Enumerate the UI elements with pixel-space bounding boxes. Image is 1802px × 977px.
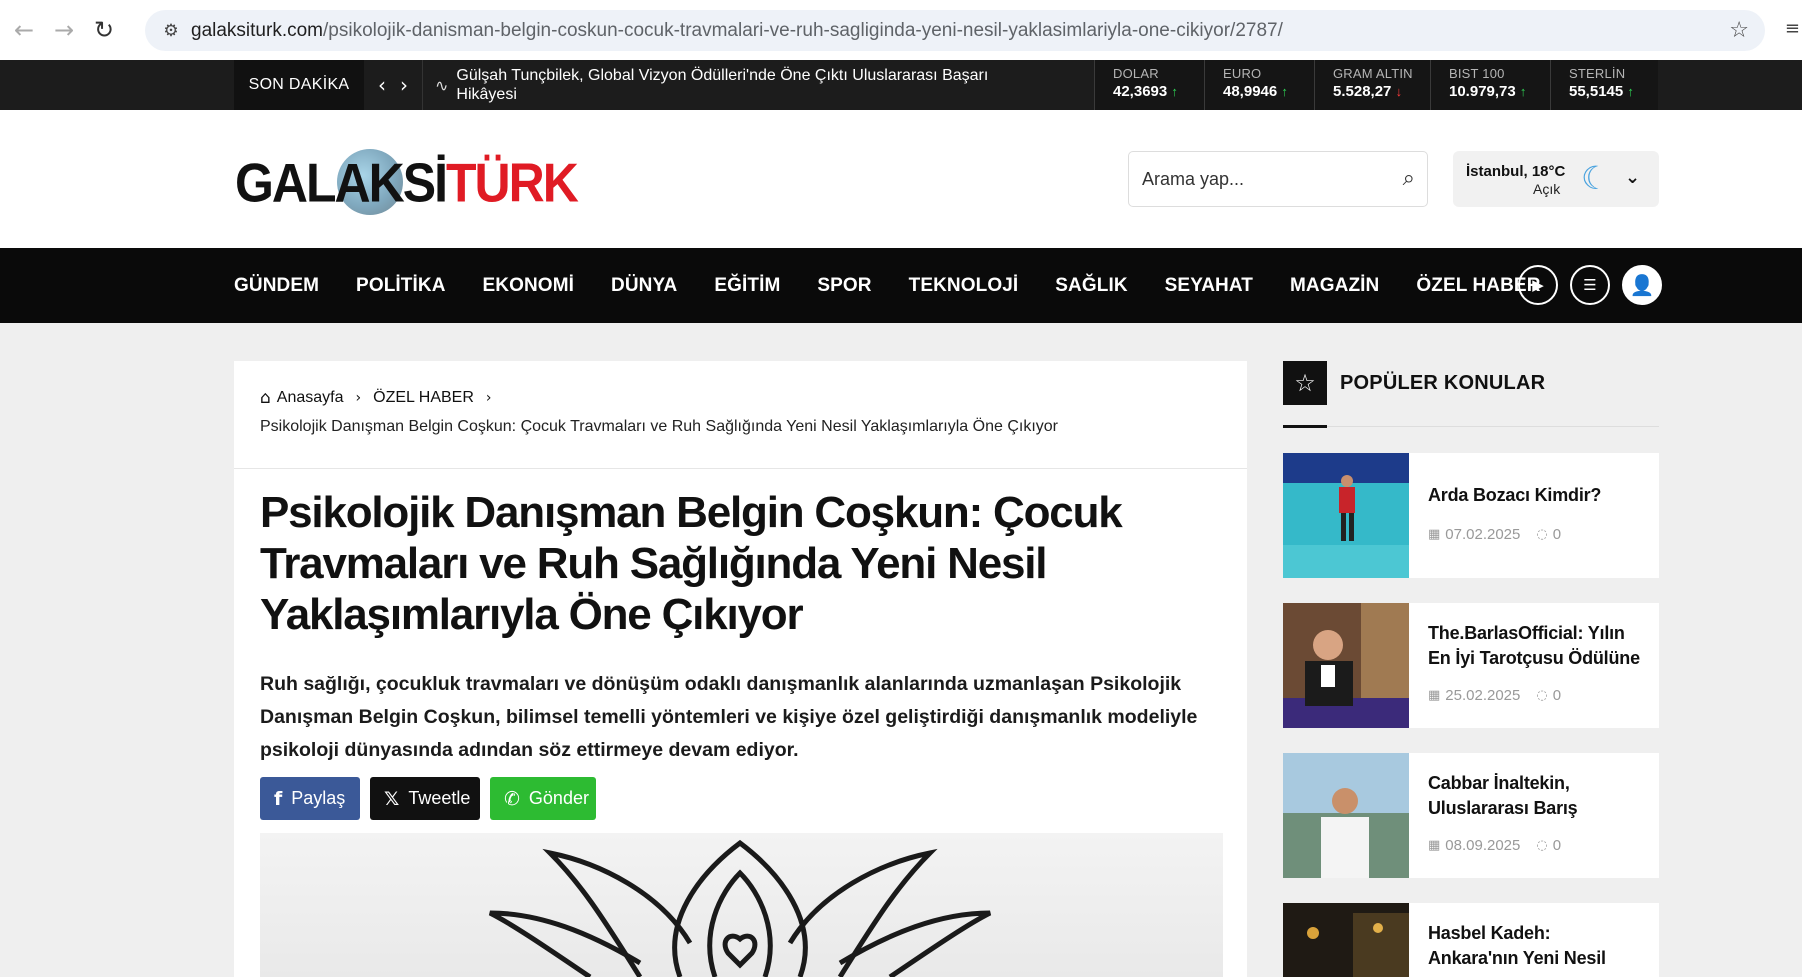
main-navigation: GÜNDEM POLİTİKA EKONOMİ DÜNYA EĞİTİM SPO… [0, 248, 1802, 323]
down-arrow-icon: ↓ [1395, 84, 1403, 99]
search-box: ⌕ [1128, 151, 1428, 207]
x-icon: 𝕏 [384, 787, 400, 810]
ticker-headline[interactable]: Gülşah Tunçbilek, Global Vizyon Ödülleri… [456, 66, 1016, 104]
share-whatsapp-button[interactable]: ✆ Gönder [490, 777, 596, 820]
nav-item-politika[interactable]: POLİTİKA [356, 275, 445, 297]
popular-title: POPÜLER KONULAR [1340, 372, 1546, 394]
forward-arrow-icon[interactable]: → [44, 10, 84, 50]
breadcrumb: ⌂ Anasayfa › ÖZEL HABER › [260, 388, 504, 408]
breadcrumb-current: Psikolojik Danışman Belgin Coşkun: Çocuk… [260, 418, 1058, 435]
chevron-down-icon[interactable]: ⌄ [1625, 167, 1640, 188]
url-text[interactable]: galaksiturk.com/psikolojik-danisman-belg… [191, 20, 1283, 42]
nav-item-dunya[interactable]: DÜNYA [611, 275, 677, 297]
ticker-next-icon[interactable]: › [400, 73, 408, 97]
breadcrumb-category[interactable]: ÖZEL HABER [373, 389, 474, 407]
popular-item-date: 08.09.2025 [1445, 837, 1521, 854]
whatsapp-icon: ✆ [504, 787, 520, 810]
weather-condition: Açık [1533, 181, 1561, 197]
reload-icon[interactable]: ↻ [84, 10, 124, 50]
popular-thumbnail[interactable] [1283, 753, 1409, 878]
side-panel-icon[interactable]: ≡ [1785, 18, 1800, 39]
site-info-icon[interactable]: ⚙ [151, 21, 191, 41]
user-icon[interactable]: 👤 [1622, 265, 1662, 305]
popular-thumbnail[interactable] [1283, 453, 1409, 578]
market-euro: EURO 48,9946 ↑ [1204, 60, 1314, 110]
address-bar[interactable]: ⚙ galaksiturk.com/psikolojik-danisman-be… [145, 10, 1765, 51]
breadcrumb-home[interactable]: Anasayfa [277, 389, 344, 407]
ticker-prev-icon[interactable]: ‹ [378, 73, 386, 97]
up-arrow-icon: ↑ [1171, 84, 1178, 99]
calendar-icon: ▦ [1428, 527, 1441, 542]
popular-item[interactable]: The.BarlasOfficial: Yılın En İyi Tarotçu… [1283, 603, 1659, 728]
market-dolar: DOLAR 42,3693 ↑ [1094, 60, 1204, 110]
sidebar-popular: ☆ POPÜLER KONULAR Arda Bozacı Kimdir? ▦ … [1283, 361, 1659, 977]
popular-item[interactable]: Cabbar İnaltekin, Uluslararası Barış ▦ 0… [1283, 753, 1659, 878]
site-header: GALAKSİTÜRK ⌕ İstanbul, 18°C Açık ☾ ⌄ [0, 110, 1802, 248]
search-input[interactable] [1142, 168, 1382, 190]
popular-thumbnail[interactable] [1283, 903, 1409, 977]
breaking-news-label: SON DAKİKA [234, 60, 364, 110]
popular-item-title[interactable]: The.BarlasOfficial: Yılın En İyi Tarotçu… [1428, 621, 1643, 671]
popular-thumbnail[interactable] [1283, 603, 1409, 728]
nav-item-magazin[interactable]: MAGAZİN [1290, 275, 1379, 297]
popular-header: ☆ POPÜLER KONULAR [1283, 361, 1659, 428]
comment-icon: ◌ [1536, 688, 1548, 703]
article-card: ⌂ Anasayfa › ÖZEL HABER › Psikolojik Dan… [234, 361, 1247, 977]
lotus-illustration [488, 839, 992, 977]
share-facebook-button[interactable]: f Paylaş [260, 777, 360, 820]
play-icon[interactable]: ▶ [1518, 265, 1558, 305]
comment-icon: ◌ [1536, 838, 1548, 853]
nav-item-spor[interactable]: SPOR [817, 275, 871, 297]
browser-toolbar: ← → ↻ ⚙ galaksiturk.com/psikolojik-danis… [0, 0, 1802, 60]
market-rates: DOLAR 42,3693 ↑ EURO 48,9946 ↑ GRAM ALTI… [1094, 60, 1658, 110]
facebook-icon: f [274, 787, 283, 810]
nav-item-seyahat[interactable]: SEYAHAT [1165, 275, 1253, 297]
bookmark-star-icon[interactable]: ☆ [1729, 18, 1749, 43]
share-buttons: f Paylaş 𝕏 Tweetle ✆ Gönder [260, 777, 596, 820]
popular-item[interactable]: Arda Bozacı Kimdir? ▦ 07.02.2025 ◌ 0 [1283, 453, 1659, 578]
chevron-right-icon: › [355, 390, 362, 406]
weather-widget[interactable]: İstanbul, 18°C Açık ☾ ⌄ [1453, 151, 1659, 207]
nav-item-egitim[interactable]: EĞİTİM [714, 275, 780, 297]
weather-city: İstanbul, 18°C [1466, 163, 1566, 180]
nav-item-saglik[interactable]: SAĞLIK [1055, 275, 1127, 297]
calendar-icon: ▦ [1428, 688, 1441, 703]
popular-item-date: 07.02.2025 [1445, 526, 1521, 543]
popular-item-comments: 0 [1552, 687, 1562, 704]
market-gram-altin: GRAM ALTIN 5.528,27 ↓ [1314, 60, 1430, 110]
article-hero-image [260, 833, 1223, 977]
share-x-button[interactable]: 𝕏 Tweetle [370, 777, 480, 820]
popular-item-title[interactable]: Cabbar İnaltekin, Uluslararası Barış [1428, 771, 1643, 821]
menu-icon[interactable]: ☰ [1570, 265, 1610, 305]
breaking-news-ticker: SON DAKİKA ‹ › ∿ Gülşah Tunçbilek, Globa… [0, 60, 1802, 110]
chevron-right-icon: › [485, 390, 492, 406]
nav-item-ekonomi[interactable]: EKONOMİ [483, 275, 574, 297]
nav-item-gundem[interactable]: GÜNDEM [234, 275, 319, 297]
popular-item-title[interactable]: Arda Bozacı Kimdir? [1428, 483, 1643, 508]
comment-icon: ◌ [1536, 527, 1548, 542]
up-arrow-icon: ↑ [1519, 84, 1527, 99]
up-arrow-icon: ↑ [1281, 84, 1288, 99]
up-arrow-icon: ↑ [1627, 84, 1634, 99]
article-title: Psikolojik Danışman Belgin Coşkun: Çocuk… [260, 488, 1123, 639]
popular-item[interactable]: Hasbel Kadeh: Ankara'nın Yeni Nesil [1283, 903, 1659, 977]
popular-item-date: 25.02.2025 [1445, 687, 1521, 704]
search-icon[interactable]: ⌕ [1403, 166, 1415, 191]
popular-item-title[interactable]: Hasbel Kadeh: Ankara'nın Yeni Nesil [1428, 921, 1643, 971]
home-icon: ⌂ [260, 388, 271, 408]
site-logo[interactable]: GALAKSİTÜRK [235, 145, 579, 220]
pulse-icon: ∿ [435, 75, 449, 95]
star-icon: ☆ [1283, 361, 1327, 405]
popular-item-comments: 0 [1552, 837, 1562, 854]
market-bist-100: BIST 100 10.979,73 ↑ [1430, 60, 1550, 110]
calendar-icon: ▦ [1428, 838, 1441, 853]
market-sterlin: STERLİN 55,5145 ↑ [1550, 60, 1658, 110]
popular-item-comments: 0 [1552, 526, 1562, 543]
nav-item-teknoloji[interactable]: TEKNOLOJİ [909, 275, 1019, 297]
moon-icon: ☾ [1581, 159, 1610, 197]
article-lead: Ruh sağlığı, çocukluk travmaları ve dönü… [260, 673, 1198, 761]
back-arrow-icon[interactable]: ← [4, 10, 44, 50]
